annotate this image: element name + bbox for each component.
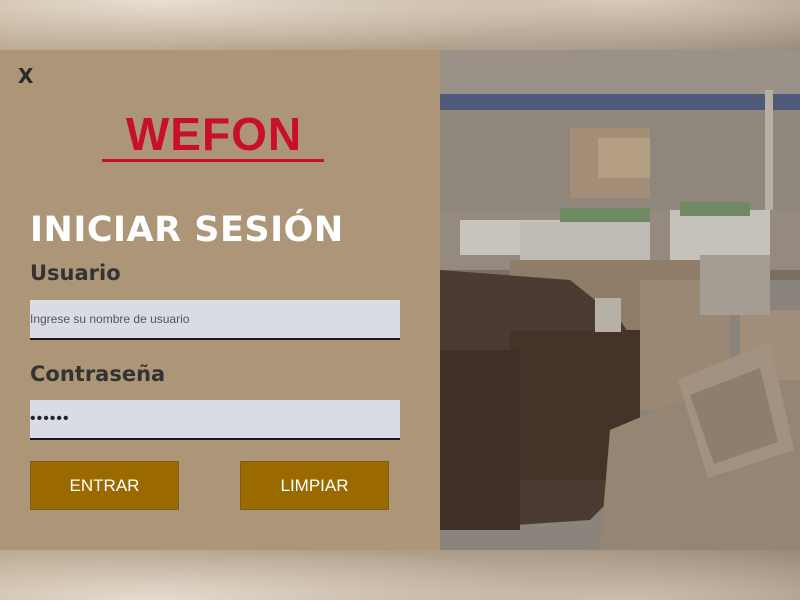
clear-button[interactable]: LIMPIAR bbox=[240, 461, 389, 510]
password-label: Contraseña bbox=[30, 362, 166, 386]
username-input[interactable] bbox=[30, 300, 400, 340]
enter-button[interactable]: ENTRAR bbox=[30, 461, 179, 510]
showroom-photo bbox=[440, 50, 800, 550]
logo-underline bbox=[102, 159, 324, 162]
logo-text: WEFON bbox=[125, 108, 303, 160]
password-input[interactable] bbox=[30, 400, 400, 440]
login-title: INICIAR SESIÓN bbox=[30, 210, 344, 250]
brand-logo: WEFON bbox=[102, 110, 326, 164]
username-label: Usuario bbox=[30, 261, 121, 285]
showroom-illustration bbox=[440, 50, 800, 550]
login-panel: X WEFON INICIAR SESIÓN Usuario Contraseñ… bbox=[0, 50, 440, 550]
close-icon[interactable]: X bbox=[18, 64, 33, 88]
login-modal: X WEFON INICIAR SESIÓN Usuario Contraseñ… bbox=[0, 50, 800, 550]
